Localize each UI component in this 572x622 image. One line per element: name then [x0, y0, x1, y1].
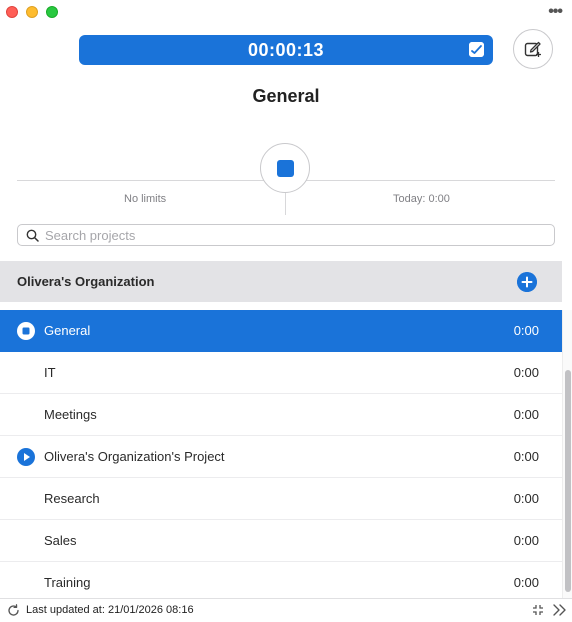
play-icon[interactable] — [17, 448, 35, 466]
timer-display: 00:00:13 — [247, 39, 325, 60]
organization-header: Olivera's Organization — [0, 261, 562, 302]
timer-check-icon[interactable] — [469, 42, 484, 57]
project-name: Sales — [44, 533, 77, 548]
project-name: General — [44, 323, 91, 338]
project-name: Olivera's Organization's Project — [44, 449, 225, 464]
project-row-research[interactable]: Research 0:00 — [0, 478, 562, 520]
collapse-icon[interactable] — [531, 603, 545, 617]
window-maximize-button[interactable] — [46, 6, 58, 18]
project-name: Training — [44, 575, 91, 590]
search-icon — [26, 229, 39, 242]
divider — [285, 190, 286, 215]
project-row-organization-project[interactable]: Olivera's Organization's Project 0:00 — [0, 436, 562, 478]
list-scrollbar[interactable] — [562, 310, 572, 598]
project-row-general[interactable]: General 0:00 — [0, 310, 562, 352]
timer-bar[interactable]: 00:00:13 — [79, 35, 493, 65]
project-row-it[interactable]: IT 0:00 — [0, 352, 562, 394]
project-time: 0:00 — [513, 575, 539, 590]
more-options-button[interactable]: ••• — [548, 3, 563, 21]
scrollbar-thumb[interactable] — [565, 370, 571, 592]
organization-name: Olivera's Organization — [17, 274, 155, 289]
expand-panel-icon[interactable] — [552, 603, 568, 617]
stop-button[interactable] — [260, 143, 310, 193]
project-row-sales[interactable]: Sales 0:00 — [0, 520, 562, 562]
window-minimize-button[interactable] — [26, 6, 38, 18]
project-name: Meetings — [44, 407, 97, 422]
limits-label: No limits — [124, 193, 167, 205]
project-time: 0:00 — [513, 533, 539, 548]
project-time: 0:00 — [513, 491, 539, 506]
current-project-title: General — [252, 86, 320, 106]
edit-button[interactable] — [513, 29, 553, 69]
project-time: 0:00 — [513, 449, 539, 464]
project-time: 0:00 — [513, 407, 539, 422]
search-box[interactable] — [17, 224, 555, 246]
window-controls — [6, 6, 58, 18]
window-close-button[interactable] — [6, 6, 18, 18]
stop-icon — [276, 159, 294, 177]
project-name: IT — [44, 365, 56, 380]
today-total-label: Today: 0:00 — [393, 193, 450, 205]
edit-icon — [524, 41, 541, 57]
status-bar: Last updated at: 21/01/2026 08:16 — [0, 598, 572, 622]
add-project-button[interactable] — [517, 272, 537, 292]
project-row-meetings[interactable]: Meetings 0:00 — [0, 394, 562, 436]
search-input[interactable] — [45, 227, 525, 243]
project-name: Research — [44, 491, 100, 506]
project-list: General 0:00 IT 0:00 Meetings 0:00 Olive… — [0, 310, 562, 604]
project-time: 0:00 — [513, 323, 539, 338]
refresh-icon[interactable] — [7, 604, 20, 617]
project-time: 0:00 — [513, 365, 539, 380]
stop-icon[interactable] — [17, 322, 35, 340]
last-updated-text: Last updated at: 21/01/2026 08:16 — [26, 604, 194, 616]
